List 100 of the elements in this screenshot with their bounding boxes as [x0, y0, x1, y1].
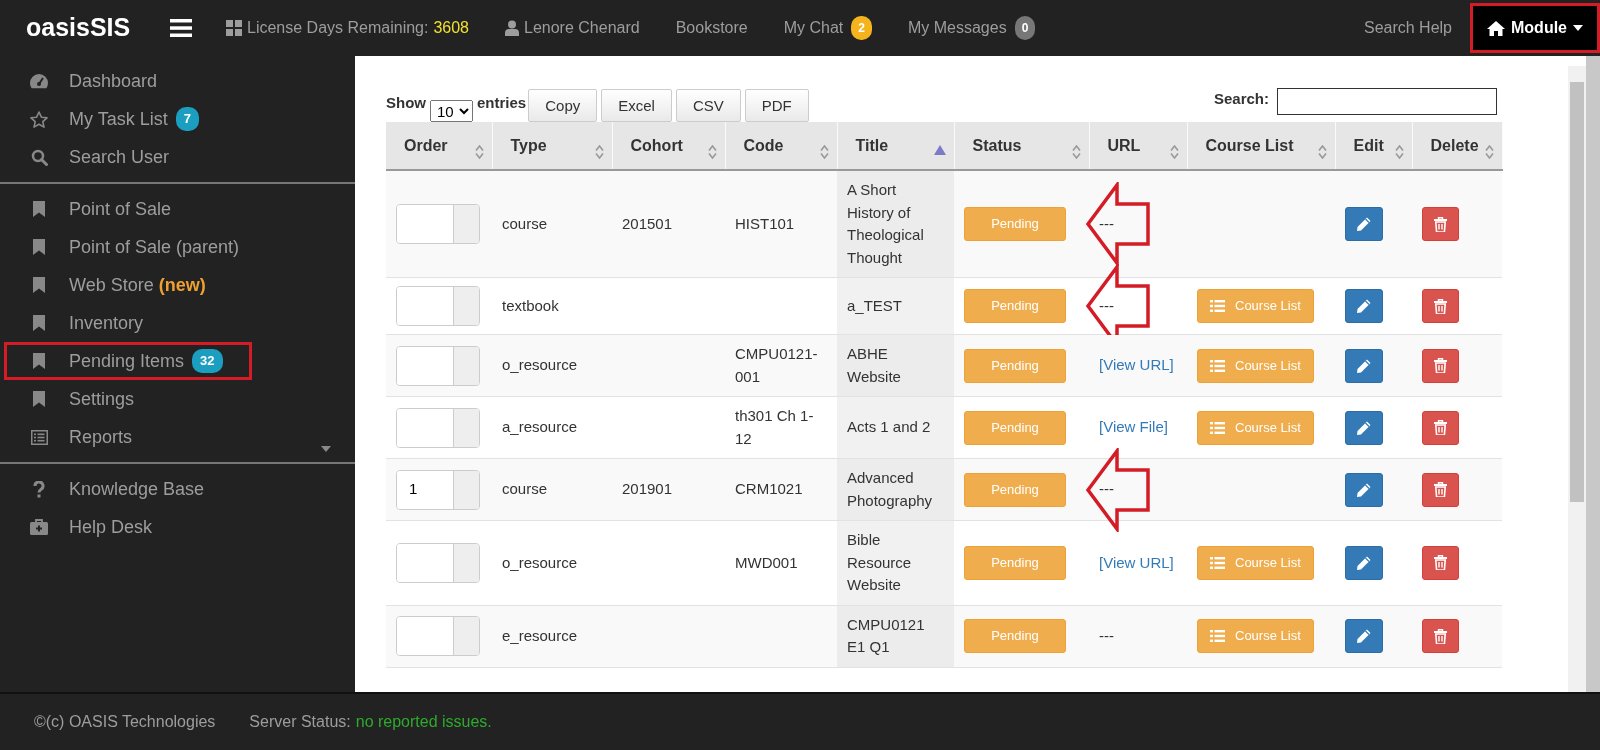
url-link[interactable]: [View File]	[1099, 418, 1168, 436]
order-field[interactable]	[396, 616, 480, 656]
sidebar-link[interactable]: My Task List	[69, 105, 168, 133]
sort-icon[interactable]	[1169, 144, 1179, 159]
scrollbar-thumb[interactable]	[1570, 82, 1584, 502]
sidebar-link[interactable]: Search User	[69, 143, 170, 171]
sort-icon[interactable]	[707, 144, 717, 159]
sidebar-link[interactable]: Dashboard	[69, 67, 158, 95]
order-field[interactable]	[396, 204, 480, 244]
nav-link[interactable]: My Messages 0	[907, 16, 1036, 40]
delete-button[interactable]	[1422, 207, 1459, 241]
column-header[interactable]: Course List	[1187, 122, 1335, 170]
pencil-icon	[1356, 419, 1372, 436]
column-header[interactable]: Delete	[1412, 122, 1502, 170]
type-cell: course	[502, 480, 548, 498]
nav-link[interactable]: Bookstore	[675, 16, 748, 40]
edit-button[interactable]	[1345, 472, 1383, 507]
sidebar-link[interactable]: Reports	[69, 423, 133, 451]
grid-icon	[226, 20, 242, 36]
edit-button[interactable]	[1345, 619, 1383, 653]
column-header[interactable]: Order	[386, 122, 492, 170]
order-field[interactable]: 1	[396, 469, 480, 510]
url-cell: ---	[1099, 214, 1114, 232]
caret-icon	[1573, 25, 1583, 31]
column-header[interactable]: Code	[725, 122, 837, 170]
export-button[interactable]: Excel	[601, 89, 672, 122]
delete-button[interactable]	[1422, 410, 1459, 445]
column-header[interactable]: Edit	[1335, 122, 1412, 170]
sort-icon[interactable]	[819, 144, 829, 159]
search-field[interactable]	[1277, 88, 1497, 115]
type-cell: course	[502, 214, 548, 232]
sort-icon[interactable]	[1394, 144, 1404, 159]
trash-icon	[1434, 420, 1447, 435]
delete-button[interactable]	[1422, 545, 1459, 580]
delete-button[interactable]	[1422, 472, 1459, 507]
bookmark-icon	[33, 201, 45, 217]
bookmark-icon	[33, 391, 45, 407]
code-cell: th301 Ch 1-12	[735, 407, 814, 447]
sort-icon[interactable]	[1071, 144, 1081, 159]
count-badge: 0	[1014, 16, 1036, 40]
delete-button[interactable]	[1422, 348, 1459, 383]
user-menu-link[interactable]: Lenore Chenard	[505, 16, 640, 40]
scrollbar[interactable]	[1568, 66, 1586, 692]
order-field[interactable]	[396, 542, 480, 583]
code-cell: HIST101	[735, 214, 795, 232]
search-help-link[interactable]: Search Help	[1363, 16, 1452, 40]
count-badge: 7	[175, 107, 199, 131]
column-header[interactable]: URL	[1089, 122, 1187, 170]
list-icon	[1210, 421, 1225, 434]
sort-icon[interactable]	[1317, 144, 1327, 159]
sidebar-link[interactable]: Knowledge Base	[69, 475, 205, 503]
export-button[interactable]: Copy	[528, 89, 598, 122]
edit-button[interactable]	[1345, 545, 1383, 580]
brand-logo[interactable]: oasisSIS	[0, 9, 170, 47]
order-field[interactable]	[396, 286, 480, 326]
title-cell: Advanced Photography	[847, 469, 933, 509]
sort-icon[interactable]	[594, 144, 604, 159]
delete-button[interactable]	[1422, 289, 1459, 323]
pencil-icon	[1356, 481, 1372, 498]
delete-button[interactable]	[1422, 619, 1459, 653]
trash-icon	[1434, 358, 1447, 373]
order-field[interactable]	[396, 407, 480, 448]
sidebar-link[interactable]: Inventory	[69, 309, 144, 337]
field-addon	[453, 543, 479, 582]
sidebar-link[interactable]: Settings	[69, 385, 135, 413]
module-dropdown[interactable]: Module	[1470, 3, 1600, 53]
column-header[interactable]: Title	[837, 122, 954, 170]
export-button[interactable]: PDF	[744, 89, 809, 122]
order-field[interactable]	[396, 345, 480, 386]
sidebar-link[interactable]: Point of Sale (parent)	[69, 233, 240, 261]
url-link[interactable]: [View URL]	[1099, 553, 1174, 571]
sort-ascending-icon[interactable]	[933, 144, 946, 155]
sidebar-link[interactable]: Point of Sale	[69, 195, 172, 223]
edit-button[interactable]	[1345, 207, 1383, 241]
pencil-icon	[1356, 554, 1372, 571]
bookmark-icon	[33, 353, 45, 369]
edit-button[interactable]	[1345, 410, 1383, 445]
nav-link[interactable]: My Chat 2	[783, 16, 872, 40]
page-length-select[interactable]: 10	[430, 100, 473, 122]
sort-icon[interactable]	[1484, 144, 1494, 159]
type-cell: e_resource	[502, 626, 578, 644]
sort-icon[interactable]	[474, 144, 484, 159]
export-button[interactable]: CSV	[675, 89, 741, 122]
list-icon	[30, 429, 48, 445]
code-cell: MWD001	[735, 553, 798, 571]
list-icon	[1210, 359, 1225, 372]
column-header[interactable]: Type	[492, 122, 612, 170]
server-status-label: Server Status:	[249, 712, 351, 732]
scrollbar[interactable]	[1586, 56, 1600, 692]
edit-button[interactable]	[1345, 289, 1383, 323]
sidebar-link[interactable]: Help Desk	[69, 513, 153, 541]
column-header[interactable]: Status	[954, 122, 1089, 170]
edit-button[interactable]	[1345, 348, 1383, 383]
menu-icon[interactable]	[170, 18, 192, 38]
cohort-cell: 201901	[622, 480, 673, 498]
column-header[interactable]: Cohort	[612, 122, 725, 170]
sidebar-link[interactable]: Web Store	[69, 271, 154, 299]
question-icon	[33, 480, 45, 498]
sidebar-link[interactable]: Pending Items	[69, 347, 185, 375]
field-addon	[453, 346, 479, 385]
